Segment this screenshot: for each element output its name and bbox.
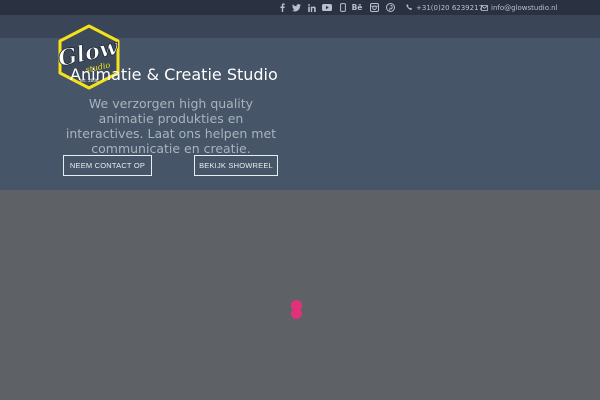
hero-subtitle: We verzorgen high quality animatie produ… — [65, 96, 277, 156]
hero-title: Animatie & Creatie Studio — [70, 65, 278, 84]
youtube-icon[interactable] — [321, 2, 333, 13]
phone-number: +31(0)20 6239217 — [416, 3, 483, 12]
behance-icon[interactable]: Bē — [350, 2, 364, 13]
loader-dot-bottom — [291, 308, 302, 319]
showreel-button[interactable]: BEKIJK SHOWREEL — [194, 155, 278, 176]
email-contact[interactable]: info@glowstudio.nl — [481, 2, 558, 13]
pinterest-icon[interactable] — [384, 2, 396, 13]
email-address: info@glowstudio.nl — [491, 3, 558, 12]
phone-icon — [406, 4, 412, 10]
loading-spinner — [291, 300, 302, 320]
instagram-icon[interactable] — [368, 2, 380, 13]
phone-contact[interactable]: +31(0)20 6239217 — [406, 2, 483, 13]
envelope-icon — [481, 4, 488, 11]
facebook-icon[interactable] — [276, 2, 288, 13]
linkedin-icon[interactable] — [306, 2, 318, 13]
top-bar: Bē +31(0)20 6239217 info@glowstudio.nl — [0, 0, 600, 15]
contact-button[interactable]: NEEM CONTACT OP — [63, 155, 152, 176]
twitter-icon[interactable] — [290, 2, 302, 13]
vimeo-icon[interactable] — [337, 2, 349, 13]
